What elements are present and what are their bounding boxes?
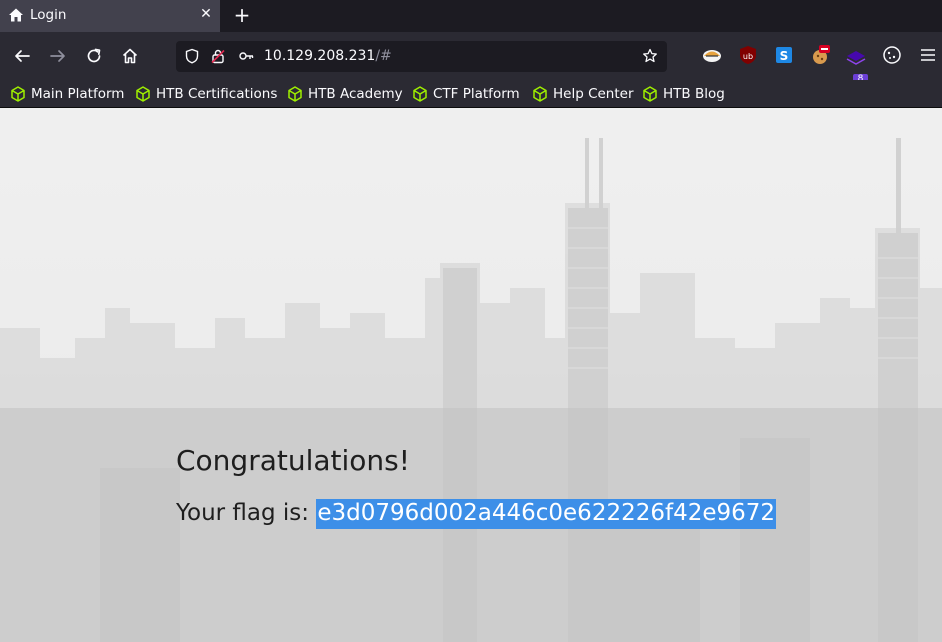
ublock-origin-icon[interactable]: ub [737,44,759,66]
bookmark-label: Main Platform [31,86,125,102]
home-outline-icon [122,48,138,64]
shield-icon[interactable] [184,48,200,64]
htb-cube-icon [136,86,150,102]
forward-arrow-icon [50,50,65,62]
bookmark-htb-certifications[interactable]: HTB Certifications [135,83,277,105]
bookmark-main-platform[interactable]: Main Platform [10,83,124,105]
bookmark-ctf-platform[interactable]: CTF Platform [412,83,520,105]
tab-strip: Login ✕ + [0,0,942,32]
flag-value[interactable]: e3d0796d002a446c0e622226f42e9672 [316,499,777,529]
reload-icon [87,48,101,63]
htb-cube-icon [643,86,657,102]
bookmark-help-center[interactable]: Help Center [532,83,634,105]
page-heading: Congratulations! [176,444,410,477]
insecure-lock-icon[interactable] [210,48,226,64]
bookmark-htb-academy[interactable]: HTB Academy [287,83,403,105]
key-icon[interactable] [238,48,254,64]
bookmark-label: CTF Platform [433,86,520,102]
bookmark-label: Help Center [553,86,634,102]
bookmark-label: HTB Academy [308,86,403,102]
bookmark-label: HTB Blog [663,86,725,102]
address-bar[interactable]: 10.129.208.231/# [176,41,667,72]
close-tab-icon[interactable]: ✕ [198,6,214,22]
htb-cube-icon [533,86,547,102]
cookie-icon[interactable] [881,44,903,66]
bookmark-htb-blog[interactable]: HTB Blog [642,83,725,105]
tab-title: Login [30,7,67,23]
url-path: /# [375,48,392,64]
bookmarks-toolbar: Main Platform HTB Certifications HTB Aca… [0,80,942,108]
page-content: Congratulations! Your flag is: e3d0796d0… [0,108,942,642]
bookmark-star-icon[interactable] [642,48,658,64]
htb-cube-icon [288,86,302,102]
new-tab-button[interactable]: + [232,5,252,25]
svg-text:S: S [780,49,789,63]
wappalyzer-extension-icon[interactable] [845,44,867,66]
htb-cube-icon [413,86,427,102]
cookie-editor-extension-icon[interactable] [809,44,831,66]
reload-button[interactable] [84,46,104,66]
hamburger-menu-icon[interactable] [917,44,939,66]
bookmark-label: HTB Certifications [156,86,278,102]
foxyproxy-extension-icon[interactable] [701,44,723,66]
svg-text:ub: ub [743,52,753,61]
back-arrow-icon [15,50,30,62]
url-text[interactable]: 10.129.208.231/# [264,48,392,64]
back-button[interactable] [12,46,32,66]
htb-cube-icon [11,86,25,102]
flag-line: Your flag is: e3d0796d002a446c0e622226f4… [176,499,777,529]
flag-prefix: Your flag is: [176,500,317,526]
home-button[interactable] [120,46,140,66]
url-host: 10.129.208.231 [264,48,376,64]
s-extension-icon[interactable]: S [773,44,795,66]
forward-button[interactable] [48,46,68,66]
navigation-toolbar: 10.129.208.231/# ub S 8 [0,32,942,85]
city-skyline-background [0,108,942,642]
home-icon [9,8,23,22]
tab-login[interactable]: Login ✕ [0,0,220,32]
